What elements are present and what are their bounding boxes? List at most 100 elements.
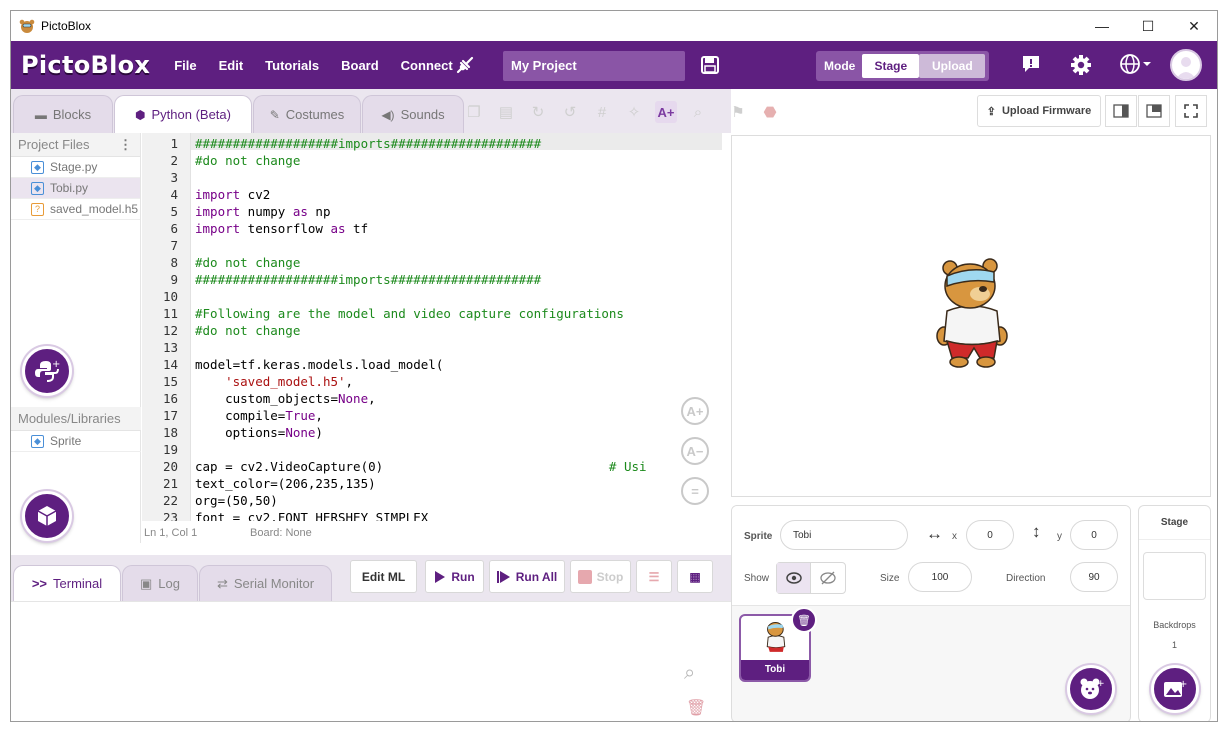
add-library-button[interactable]: [22, 491, 72, 541]
search-icon[interactable]: ⌕: [684, 662, 695, 685]
settings-gear-icon[interactable]: [1069, 53, 1093, 77]
clear-output-button[interactable]: ☰: [636, 560, 672, 593]
file-item-saved-model[interactable]: ? saved_model.h5: [11, 199, 140, 220]
language-globe-icon[interactable]: [1119, 53, 1153, 75]
file-item-stage[interactable]: ◆ Stage.py: [11, 157, 140, 178]
add-backdrop-button[interactable]: +: [1151, 665, 1199, 713]
menu-tutorials[interactable]: Tutorials: [265, 58, 319, 73]
mode-upload-button[interactable]: Upload: [919, 54, 986, 78]
line-number: 21: [162, 476, 178, 491]
upload-firmware-button[interactable]: ⇪ Upload Firmware: [977, 95, 1101, 127]
terminal-icon: >>: [31, 576, 48, 591]
search-icon[interactable]: ⌕: [687, 101, 709, 123]
blocks-icon: ▬: [34, 107, 47, 122]
stop-button[interactable]: Stop: [570, 560, 631, 593]
copy-icon[interactable]: ❐: [463, 101, 485, 123]
tab-log[interactable]: ▣ Log: [122, 565, 198, 601]
tab-python-label: Python (Beta): [151, 107, 231, 122]
sprite-name-input[interactable]: Tobi: [780, 520, 908, 550]
cube-add-icon: [37, 506, 57, 526]
direction-input[interactable]: 90: [1070, 562, 1118, 592]
layout-small-icon: [1113, 104, 1129, 118]
menu-file[interactable]: File: [174, 58, 196, 73]
pictoblox-logo: PictoBlox: [21, 51, 151, 79]
code-line: text_color=(206,235,135): [195, 476, 376, 491]
speaker-icon: ◀): [381, 107, 395, 122]
x-position-input[interactable]: 0: [966, 520, 1014, 550]
zoom-in-button[interactable]: A+: [681, 397, 709, 425]
tab-terminal[interactable]: >> Terminal: [13, 565, 121, 601]
line-number: 9: [170, 272, 178, 287]
schedule-button[interactable]: ▦: [677, 560, 713, 593]
line-number: 1: [170, 136, 178, 151]
maximize-button[interactable]: ☐: [1125, 11, 1171, 41]
minimize-button[interactable]: —: [1079, 11, 1125, 41]
delete-sprite-button[interactable]: 🗑: [791, 607, 817, 633]
zoom-reset-button[interactable]: =: [681, 477, 709, 505]
tab-sounds[interactable]: ◀) Sounds: [362, 95, 464, 133]
terminal-output[interactable]: ⌕ 🗑: [11, 601, 731, 721]
line-number: 7: [170, 238, 178, 253]
code-line: cap = cv2.VideoCapture(0) # Usi: [195, 459, 647, 474]
user-avatar[interactable]: [1170, 49, 1202, 81]
svg-text:+: +: [1179, 679, 1187, 690]
run-button[interactable]: Run: [425, 560, 484, 593]
menu-edit[interactable]: Edit: [219, 58, 244, 73]
small-stage-layout-button[interactable]: [1105, 95, 1137, 127]
code-line: import tensorflow as tf: [195, 221, 369, 236]
fullscreen-button[interactable]: [1175, 95, 1207, 127]
modules-title: Modules/Libraries: [18, 411, 121, 426]
backdrops-count: 1: [1171, 640, 1177, 650]
comment-icon[interactable]: #: [591, 101, 613, 123]
hide-button[interactable]: [811, 563, 845, 593]
eye-slash-icon: [820, 571, 836, 585]
stage-thumbnail[interactable]: [1143, 552, 1206, 600]
tab-blocks-label: Blocks: [52, 107, 92, 122]
redo-icon[interactable]: ↻: [527, 101, 549, 123]
stage-panel-header: Stage: [1139, 506, 1210, 540]
line-number: 13: [162, 340, 178, 355]
module-item-sprite[interactable]: ◆ Sprite: [11, 431, 141, 452]
add-sprite-button[interactable]: +: [1067, 665, 1115, 713]
large-stage-layout-button[interactable]: [1138, 95, 1170, 127]
plug-connect-icon[interactable]: [454, 54, 476, 76]
file-item-tobi[interactable]: ◆ Tobi.py: [11, 178, 140, 199]
file-name: Stage.py: [50, 160, 98, 174]
size-input[interactable]: 100: [908, 562, 972, 592]
menu-board[interactable]: Board: [341, 58, 379, 73]
trash-icon[interactable]: 🗑: [686, 698, 706, 718]
stop-sign-icon[interactable]: ⬣: [759, 101, 781, 123]
green-flag-icon[interactable]: ⚑: [727, 101, 749, 123]
save-icon[interactable]: [700, 55, 720, 75]
python-file-icon: ◆: [31, 181, 44, 195]
code-editor[interactable]: 1 2 3 4 5 6 7 8 9 10 11 12 13 14 15 16 1…: [142, 133, 722, 521]
menu-connect[interactable]: Connect: [401, 58, 453, 73]
y-position-input[interactable]: 0: [1070, 520, 1118, 550]
eye-icon: [785, 572, 802, 584]
project-name-input[interactable]: My Project: [503, 51, 685, 81]
line-number: 10: [162, 289, 178, 304]
show-button[interactable]: [777, 563, 811, 593]
tab-blocks[interactable]: ▬ Blocks: [13, 95, 113, 133]
tab-python[interactable]: ⬢ Python (Beta): [114, 95, 252, 133]
tab-terminal-label: Terminal: [53, 576, 103, 591]
feedback-icon[interactable]: [1020, 53, 1042, 75]
tobi-sprite[interactable]: [932, 256, 1012, 371]
add-python-file-button[interactable]: +: [22, 346, 72, 396]
code-line: compile=True,: [195, 408, 323, 423]
font-size-icon[interactable]: A+: [655, 101, 677, 123]
paste-icon[interactable]: ▤: [495, 101, 517, 123]
zoom-out-button[interactable]: A−: [681, 437, 709, 465]
tab-costumes[interactable]: ✎ Costumes: [253, 95, 361, 133]
stage-canvas[interactable]: [731, 135, 1211, 497]
more-options-icon[interactable]: ⋮: [119, 133, 132, 157]
undo-icon[interactable]: ↺: [559, 101, 581, 123]
run-all-button[interactable]: Run All: [489, 560, 565, 593]
tab-serial-monitor[interactable]: ⇄ Serial Monitor: [199, 565, 332, 601]
edit-ml-button[interactable]: Edit ML: [350, 560, 417, 593]
module-name: Sprite: [50, 434, 82, 448]
line-number: 12: [162, 323, 178, 338]
magic-wand-icon[interactable]: ✧: [623, 101, 645, 123]
close-button[interactable]: ✕: [1171, 11, 1217, 41]
mode-stage-button[interactable]: Stage: [862, 54, 920, 78]
